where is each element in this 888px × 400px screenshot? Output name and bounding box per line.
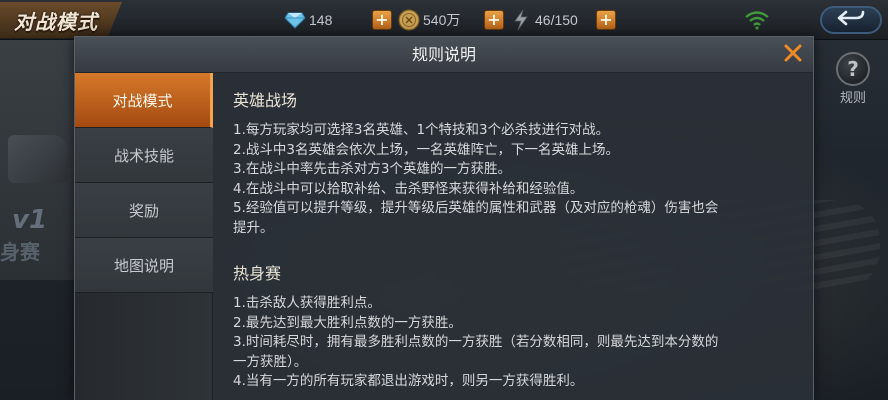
rule-line: 1.每方玩家均可选择3名英雄、1个特技和3个必杀技进行对战。 [233,122,610,138]
background-v1-text: v1 [12,205,48,235]
back-arrow-icon [836,9,866,31]
gold-coin-icon [398,9,420,31]
rule-line: 5.经验值可以提升等级，提升等级后英雄的属性和武器（及对应的枪魂）伤害也会 [233,200,719,216]
rules-side-button[interactable]: ? 规则 [830,52,876,106]
rule-line: 3.在战斗中率先击杀对方3个英雄的一方获胜。 [233,161,511,177]
add-energy-button[interactable]: + [596,10,616,30]
rule-line: 2.战斗中3名英雄会依次上场，一名英雄阵亡，下一名英雄上场。 [233,141,619,158]
rule-line: 2.最先达到最大胜利点数的一方获胜。 [233,314,462,331]
rule-line: 提升。 [233,219,274,236]
rules-side-label: 规则 [839,91,866,106]
rules-content[interactable]: 英雄战场 1.每方玩家均可选择3名英雄、1个特技和3个必杀技进行对战。 2.战斗… [233,87,793,400]
rules-dialog: 规则说明 对战模式 战术技能 奖励 地图说明 英雄战场 1.每方玩家均可选择3名… [74,36,814,400]
background-weapon-image [8,135,68,183]
back-button[interactable] [820,6,882,34]
tab-battle-mode[interactable]: 对战模式 [75,73,213,128]
warmup-rules: 1.击杀敌人获得胜利点。 2.最先达到最大胜利点数的一方获胜。 3.时间耗尽时，… [233,294,793,392]
mode-title: 对战模式 [14,10,98,34]
hero-battlefield-rules: 1.每方玩家均可选择3名英雄、1个特技和3个必杀技进行对战。 2.战斗中3名英雄… [233,121,793,238]
rule-line: 4.在战斗中可以拾取补给、击杀野怪来获得补给和经验值。 [233,180,584,197]
section-title-hero-battlefield: 英雄战场 [233,91,298,110]
top-bar: 对战模式 148 + 540万 + 46/150 + [0,0,888,40]
add-diamonds-button[interactable]: + [372,10,392,30]
wifi-icon [744,10,770,30]
background-sai-text: 身赛 [0,240,40,264]
tab-tactical-skills[interactable]: 战术技能 [75,128,213,183]
diamond-count: 148 [309,12,333,28]
rule-line: 4.当有一方的所有玩家都退出游戏时，则另一方获得胜利。 [233,373,584,389]
tab-rewards[interactable]: 奖励 [75,183,213,238]
energy-bolt-icon [510,9,532,31]
rules-tab-list: 对战模式 战术技能 奖励 地图说明 [75,73,213,400]
tab-map-info[interactable]: 地图说明 [75,238,213,293]
rule-line: 1.击杀敌人获得胜利点。 [233,295,381,311]
diamond-counter: 148 [284,8,332,32]
close-icon [784,44,802,66]
help-icon: ? [836,52,870,86]
gold-count: 540万 [423,12,461,28]
gold-counter: 540万 [398,8,460,32]
dialog-title: 规则说明 [411,45,476,64]
rule-line: 一方获胜）。 [233,353,308,370]
close-button[interactable] [781,43,805,67]
section-title-warmup: 热身赛 [233,264,282,283]
rule-line: 3.时间耗尽时，拥有最多胜利点数的一方获胜（若分数相同，则最先达到本分数的 [233,334,719,350]
add-gold-button[interactable]: + [484,10,504,30]
energy-count: 46/150 [535,12,578,28]
energy-counter: 46/150 [510,8,578,32]
diamond-icon [284,9,306,31]
